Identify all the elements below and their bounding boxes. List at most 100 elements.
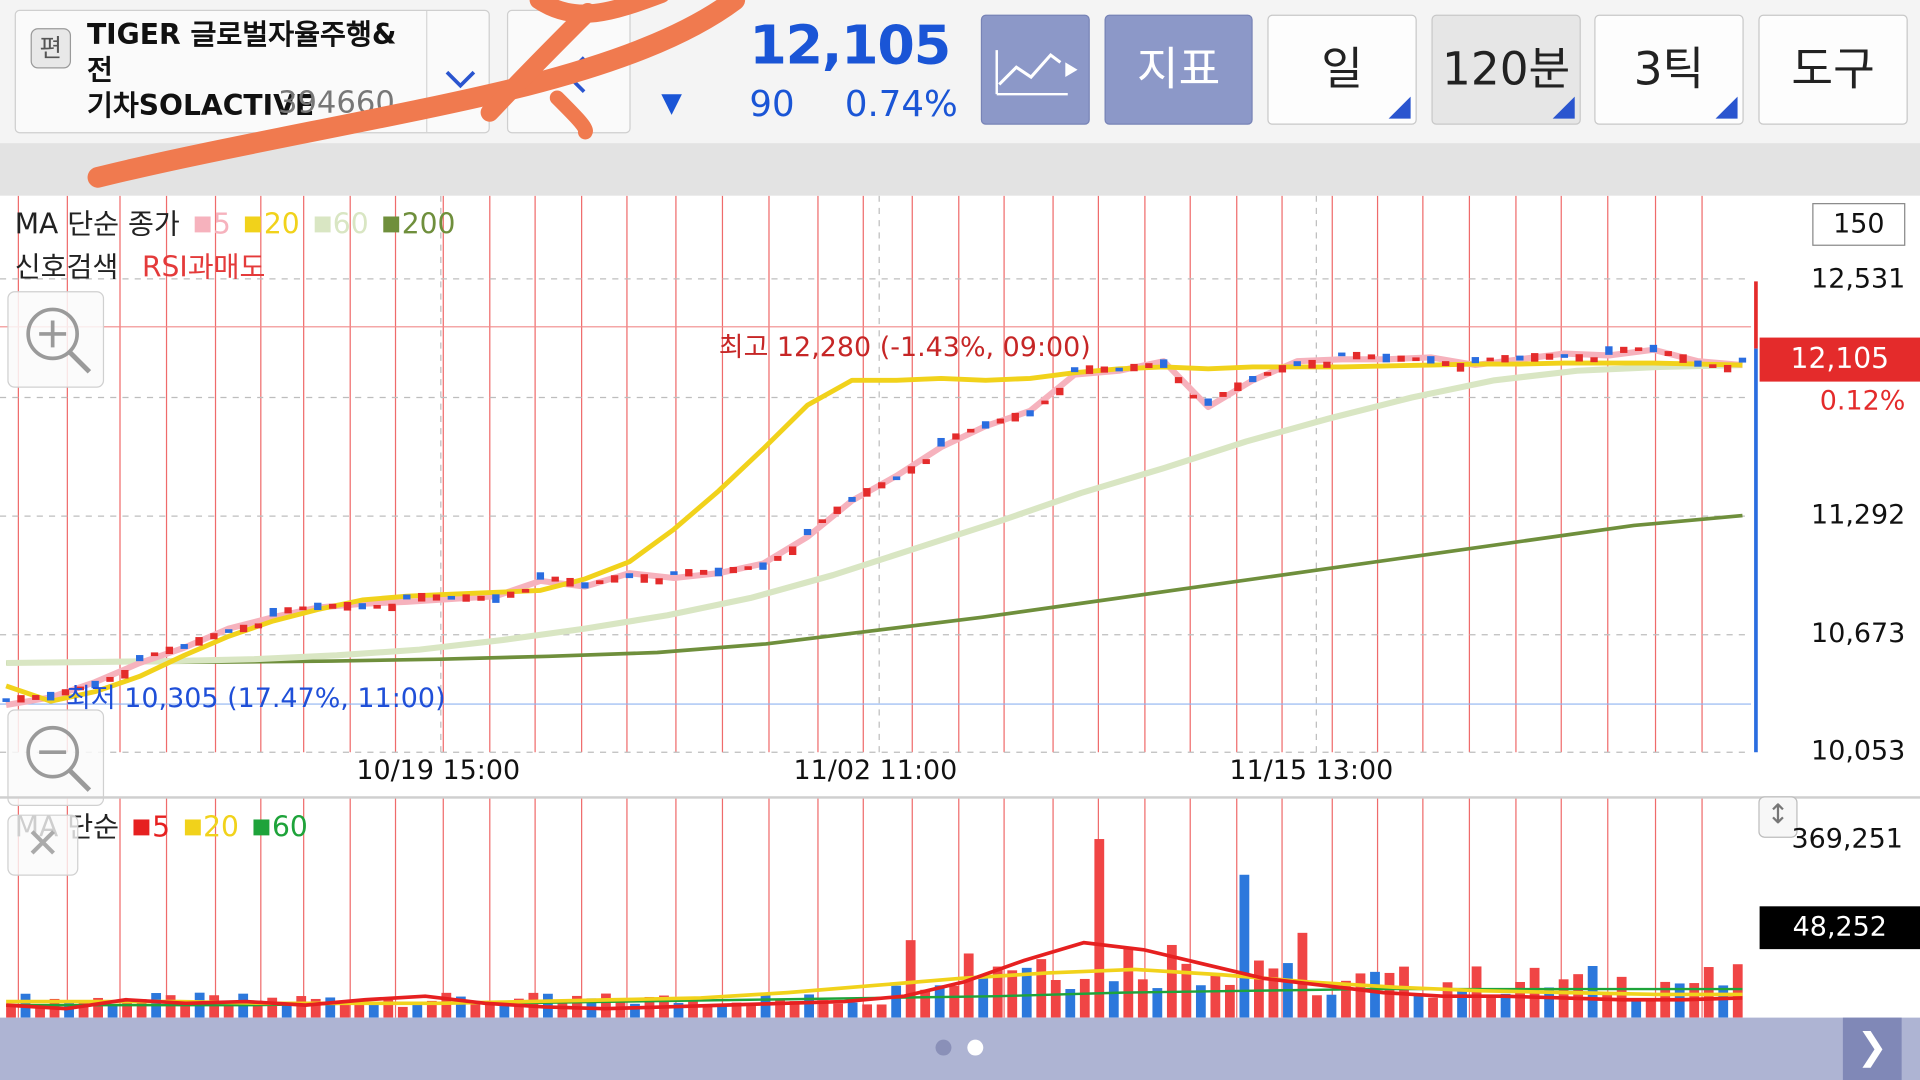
candle — [388, 603, 396, 612]
high-price-label: 최고 12,280 (-1.43%, 09:00) — [718, 332, 1091, 364]
candle — [150, 652, 159, 657]
candle — [1575, 354, 1583, 362]
candle — [952, 433, 960, 440]
candle — [299, 606, 307, 611]
candle — [625, 573, 634, 579]
volume-bar — [412, 1004, 423, 1018]
legend-swatch — [184, 819, 201, 836]
zoom-out-button[interactable] — [7, 709, 105, 807]
page-dot[interactable] — [935, 1039, 952, 1056]
period-120min-label: 120분 — [1442, 42, 1571, 96]
candle — [328, 603, 337, 609]
volume-bar — [325, 997, 336, 1018]
candle — [1174, 377, 1183, 384]
volume-bar — [1703, 967, 1714, 1018]
candle — [1085, 365, 1094, 374]
period-3tick-button[interactable]: 3틱 — [1594, 14, 1744, 125]
volume-bar — [1413, 994, 1424, 1018]
candle — [1738, 357, 1747, 363]
price-ma-legend: MA 단순 종가 5 20 60 200 — [15, 201, 461, 243]
zoom-in-button[interactable] — [7, 291, 105, 388]
candle — [1620, 346, 1628, 353]
next-page-button[interactable]: ❯ — [1842, 1017, 1902, 1080]
volume-bar — [1007, 970, 1018, 1018]
candle — [195, 637, 203, 646]
chevron-left-icon — [564, 56, 586, 94]
y-axis-label: 11,292 — [1811, 500, 1906, 531]
period-3tick-label: 3틱 — [1633, 42, 1705, 96]
volume-bar — [949, 985, 960, 1018]
candle — [1501, 355, 1509, 363]
candle — [1605, 346, 1613, 355]
candle — [1367, 354, 1376, 360]
corner-triangle-icon — [1715, 96, 1738, 119]
candle — [1590, 357, 1598, 363]
candle — [922, 459, 930, 465]
volume-bar — [397, 1006, 408, 1018]
candle — [1234, 382, 1242, 392]
candle — [1115, 367, 1123, 372]
legend-item-label: 20 — [263, 209, 300, 241]
candle — [1204, 398, 1212, 406]
volume-bar — [1210, 973, 1221, 1018]
legend-swatch — [133, 819, 150, 836]
candle — [1486, 357, 1494, 362]
candle — [907, 466, 916, 474]
candle — [1338, 352, 1346, 357]
volume-current-tag: 48,252 — [1759, 906, 1920, 950]
volume-bar — [1616, 976, 1627, 1018]
period-120min-button[interactable]: 120분 — [1431, 14, 1581, 125]
candle — [432, 594, 441, 601]
legend-swatch — [383, 216, 400, 233]
candle — [1709, 364, 1717, 368]
candle — [863, 488, 871, 497]
volume-bar — [1515, 981, 1525, 1018]
volume-bar — [209, 995, 220, 1018]
candle — [521, 589, 530, 593]
stock-code: 394660 — [277, 84, 395, 120]
candle — [1471, 357, 1480, 364]
volume-bar — [601, 993, 611, 1018]
tick-count-box[interactable]: 150 — [1812, 203, 1906, 246]
ma200-line — [6, 513, 1743, 665]
price-ma-title: MA 단순 종가 — [14, 209, 180, 241]
volume-bar — [1239, 874, 1250, 1018]
candle — [878, 482, 886, 489]
favorite-badge[interactable]: 편 — [30, 28, 72, 69]
candle — [1189, 394, 1198, 399]
candle — [759, 562, 767, 570]
ma20-line — [5, 360, 1743, 704]
close-icon[interactable]: ✕ — [7, 814, 79, 876]
candle — [373, 604, 381, 609]
corner-triangle-icon — [1388, 96, 1411, 119]
page-dot-active[interactable] — [967, 1039, 984, 1056]
legend-item-label: 200 — [401, 209, 456, 241]
stock-dropdown-button[interactable] — [426, 11, 491, 133]
tools-button[interactable]: 도구 — [1758, 14, 1908, 125]
volume-bar — [1268, 968, 1279, 1018]
current-price-pct: 0.12% — [1819, 386, 1906, 418]
y-axis-label: 10,673 — [1811, 618, 1906, 650]
indicator-button[interactable]: 지표 — [1104, 14, 1253, 125]
period-day-button[interactable]: 일 — [1267, 14, 1417, 125]
volume-bar — [1050, 980, 1061, 1018]
pane-separator[interactable] — [0, 796, 1920, 799]
stock-selector[interactable]: 편 TIGER 글로벌자율주행&전 기차SOLACTIVE 394660 — [14, 9, 491, 134]
candle — [1679, 354, 1687, 363]
candle — [818, 519, 827, 523]
volume-bar — [1602, 992, 1613, 1018]
candle — [744, 566, 752, 570]
candle — [165, 646, 174, 655]
candle — [566, 577, 574, 587]
stock-nav-button[interactable] — [506, 9, 631, 134]
chart-type-button[interactable] — [980, 14, 1090, 125]
volume-bar — [1108, 981, 1119, 1018]
candle — [343, 602, 352, 611]
chevron-down-icon — [445, 70, 476, 89]
volume-bar — [6, 1006, 16, 1018]
down-arrow-icon: ▼ — [661, 88, 682, 119]
volume-bar — [1036, 959, 1047, 1018]
candle — [1397, 355, 1405, 362]
candle — [1145, 363, 1153, 369]
volume-bar — [107, 1004, 118, 1018]
